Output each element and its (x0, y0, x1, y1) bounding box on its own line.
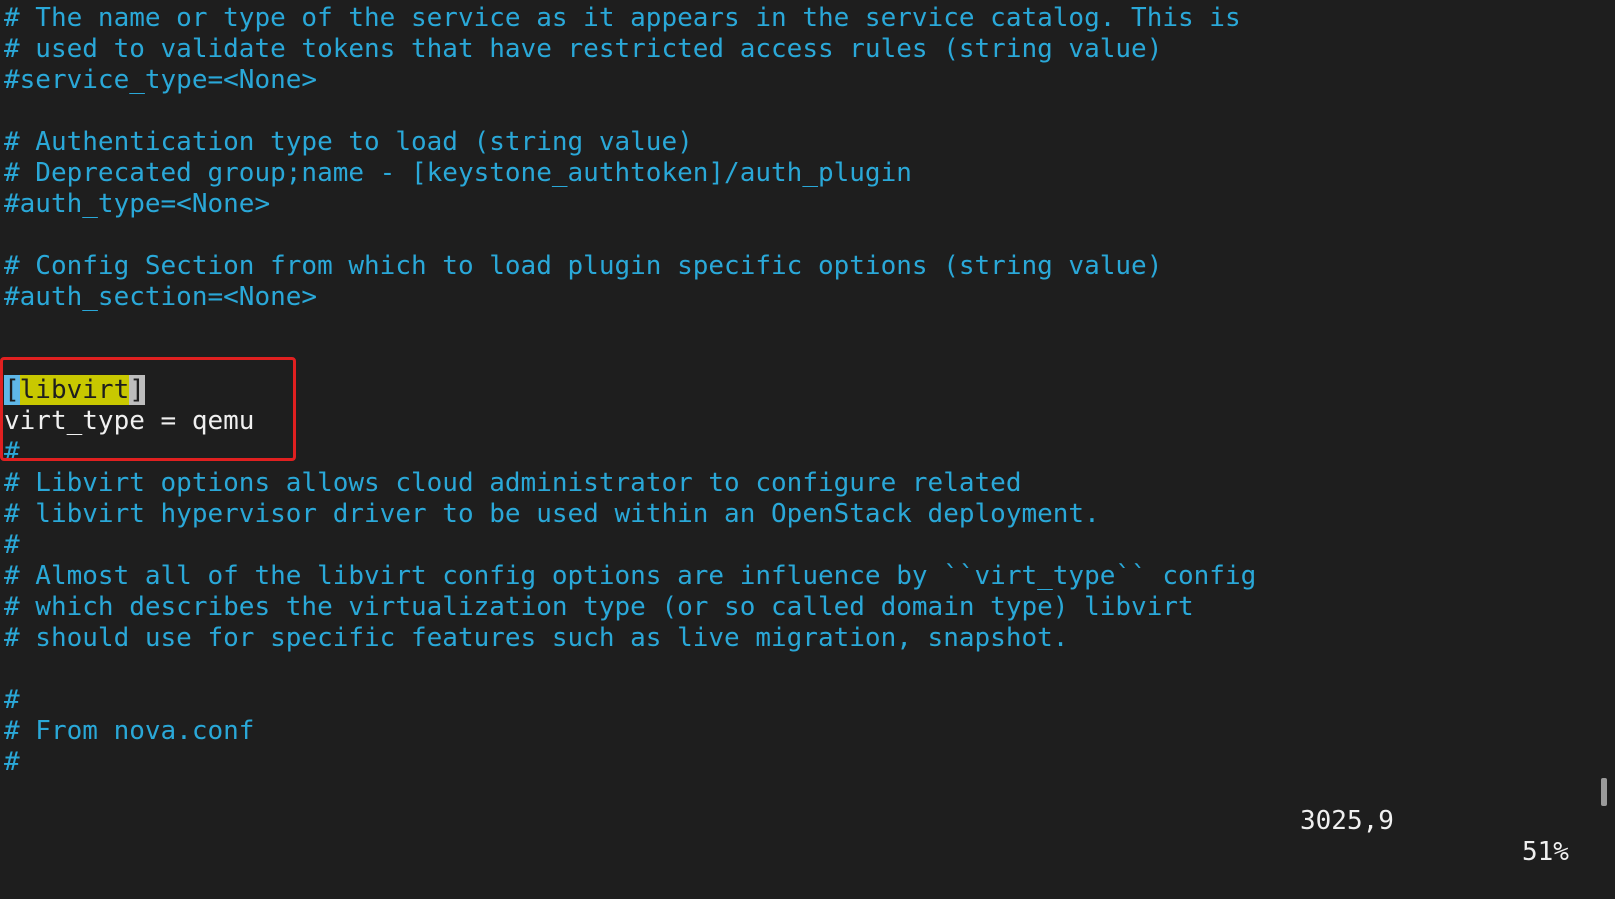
virt-type-setting-line[interactable]: virt_type = qemu (4, 406, 1594, 437)
config-comment-line: #auth_section=<None> (4, 282, 318, 312)
scrollbar-thumb[interactable] (1601, 778, 1607, 806)
config-comment-line: # libvirt hypervisor driver to be used w… (4, 499, 1100, 529)
libvirt-section-header[interactable]: [libvirt] (4, 375, 1594, 406)
config-comment-line: #auth_type=<None> (4, 189, 271, 219)
scroll-percentage: 51% (1522, 837, 1569, 867)
config-comment-line: # Deprecated group;name - [keystone_auth… (4, 158, 912, 188)
vim-ruler: 3025,9 51% (0, 775, 1590, 867)
config-comment-line: # should use for specific features such … (4, 623, 1069, 653)
vertical-scrollbar[interactable] (1601, 0, 1607, 821)
config-comment-line: # Authentication type to load (string va… (4, 127, 693, 157)
config-comment-line: #service_type=<None> (4, 65, 318, 95)
section-close-bracket: ] (129, 375, 145, 405)
config-comment-line: # (4, 747, 20, 777)
config-comment-line: # Config Section from which to load plug… (4, 251, 1163, 281)
cursor-position: 3025,9 (1300, 806, 1394, 836)
config-comment-line: # Libvirt options allows cloud administr… (4, 468, 1022, 498)
section-name-search-match: libvirt (19, 375, 130, 405)
config-comment-line: # Almost all of the libvirt config optio… (4, 561, 1257, 591)
config-comment-line: # which describes the virtualization typ… (4, 592, 1194, 622)
config-comment-line: # used to validate tokens that have rest… (4, 34, 1163, 64)
config-comment-line: # The name or type of the service as it … (4, 3, 1241, 33)
config-comment-line: # (4, 685, 20, 715)
config-comment-line: # From nova.conf (4, 716, 255, 746)
config-comment-line: # (4, 437, 20, 467)
section-open-bracket: [ (4, 375, 20, 405)
vim-editor-buffer[interactable]: # The name or type of the service as it … (4, 3, 1594, 778)
config-comment-line: # (4, 530, 20, 560)
vim-terminal-window[interactable]: # The name or type of the service as it … (0, 0, 1615, 867)
